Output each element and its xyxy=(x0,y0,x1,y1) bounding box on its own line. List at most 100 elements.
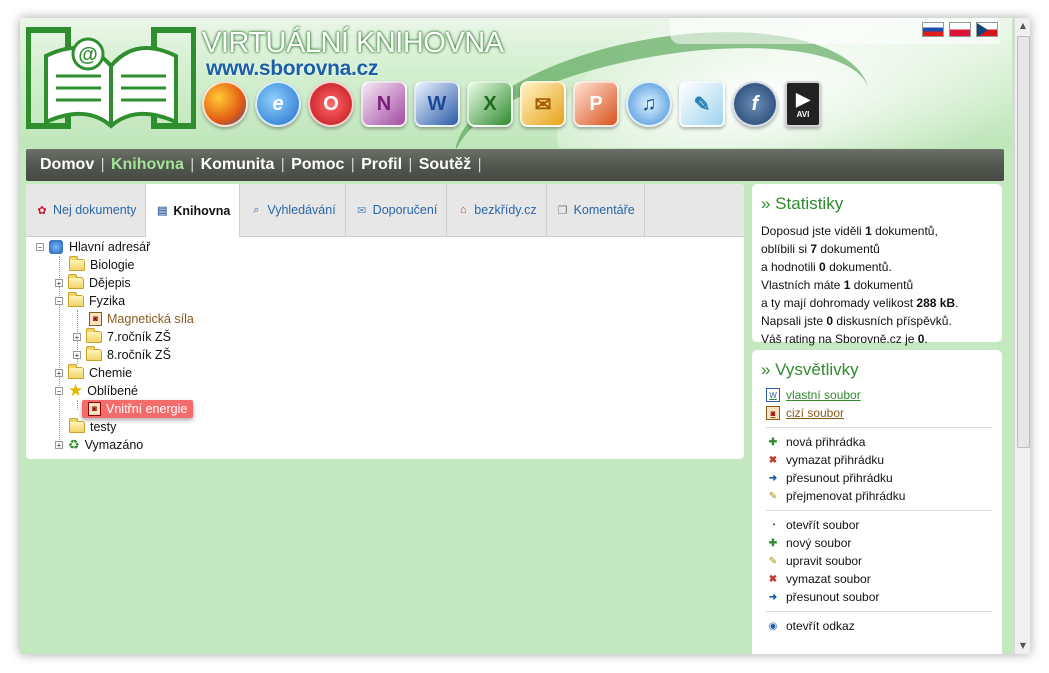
expand-icon[interactable]: + xyxy=(55,369,63,378)
tree-node-vymazano[interactable]: + ♻ Vymazáno xyxy=(55,436,143,454)
tree-node-biologie[interactable]: Biologie xyxy=(69,256,134,274)
folder-icon xyxy=(68,364,84,379)
nav-soutez[interactable]: Soutěž xyxy=(413,156,477,174)
legend-edit-file[interactable]: ✎ upravit soubor xyxy=(766,552,993,570)
collapse-icon[interactable]: − xyxy=(55,387,63,396)
tab-nej-dokumenty[interactable]: ✿ Nej dokumenty xyxy=(26,184,147,236)
tree-node-7-rocnik[interactable]: +7.ročník ZŠ xyxy=(73,328,171,346)
tab-komentare[interactable]: ❐ Komentáře xyxy=(547,184,645,236)
stat-line: a ty mají dohromady velikost 288 kB. xyxy=(761,294,1002,312)
avi-label: AVI xyxy=(796,110,810,119)
stat-text: . xyxy=(924,332,928,346)
legend-label: nová přihrádka xyxy=(786,435,866,449)
tree-label: 8.ročník ZŠ xyxy=(107,348,171,362)
onenote-icon[interactable]: N xyxy=(361,81,407,127)
scroll-down-arrow-icon[interactable]: ▼ xyxy=(1015,638,1030,654)
site-url[interactable]: www.sborovna.cz xyxy=(206,57,378,81)
legend-list: Wvlastní soubor ◙ cizí soubor ✚ nová přihr… xyxy=(752,380,1002,635)
itunes-icon[interactable]: ♫ xyxy=(626,81,672,127)
legend-open-file[interactable]: ◔ otevřít soubor xyxy=(766,516,993,534)
outlook-icon[interactable]: ✉ xyxy=(520,81,566,127)
stat-line: Váš rating na Sborovně.cz je 0. xyxy=(761,330,1002,348)
statistics-box: » Statistiky Doposud jste viděli 1 dokum… xyxy=(752,184,1002,346)
czech-flag-icon[interactable] xyxy=(976,22,998,37)
site-title: VIRTUÁLNÍ KNIHOVNA xyxy=(202,27,504,59)
excel-icon[interactable]: X xyxy=(467,81,513,127)
tree-node-testy[interactable]: testy xyxy=(69,418,116,436)
expand-icon[interactable]: + xyxy=(73,333,81,342)
app-icons-row: e O N W X ✉ P ♫ ✎ f ▶ AVI xyxy=(202,81,821,127)
legend-delete-folder[interactable]: ✖ vymazat přihrádku xyxy=(766,451,993,469)
tab-doporuceni[interactable]: ✉ Doporučení xyxy=(346,184,448,236)
polish-flag-icon[interactable] xyxy=(949,22,971,37)
move-folder-icon: ➜ xyxy=(768,472,778,484)
highlighted-item[interactable]: ◙ Vnitřní energie xyxy=(82,400,194,418)
legend-move-folder[interactable]: ➜ přesunout přihrádku xyxy=(766,469,993,487)
tab-vyhledavani[interactable]: ⌕ Vyhledávání xyxy=(240,184,346,236)
legend-own-file[interactable]: Wvlastní soubor xyxy=(766,386,993,404)
legend-label: vymazat soubor xyxy=(786,572,871,586)
scroll-thumb[interactable] xyxy=(1017,36,1030,448)
legend-open-link[interactable]: ◉ otevřít odkaz xyxy=(766,617,993,635)
tree-node-fyzika[interactable]: − Fyzika xyxy=(55,292,125,310)
stat-text: dokumentů xyxy=(850,278,914,292)
rename-folder-icon: ✎ xyxy=(768,490,778,502)
avi-icon[interactable]: ▶ AVI xyxy=(785,81,821,127)
slovak-flag-icon[interactable] xyxy=(922,22,944,37)
tab-label: Vyhledávání xyxy=(267,203,336,217)
legend-label: nový soubor xyxy=(786,536,852,550)
collapse-icon[interactable]: − xyxy=(55,297,63,306)
folder-icon xyxy=(69,256,85,271)
tree-node-dejepis[interactable]: + Dějepis xyxy=(55,274,131,292)
tab-label: bezkřídy.cz xyxy=(474,203,537,217)
legend-rename-folder[interactable]: ✎ přejmenovat přihrádku xyxy=(766,487,993,505)
stat-line: Vlastních máte 1 dokumentů xyxy=(761,276,1002,294)
stat-text: Napsali jste xyxy=(761,314,827,328)
site-header: @ VIRTUÁLNÍ KNIHOVNA www.sborovna.cz e O… xyxy=(20,18,1012,148)
legend-label: přesunout soubor xyxy=(786,590,880,604)
vertical-scrollbar[interactable]: ▲ ▼ xyxy=(1014,18,1030,654)
nav-profil[interactable]: Profil xyxy=(355,156,408,174)
scroll-up-arrow-icon[interactable]: ▲ xyxy=(1015,18,1030,34)
legend-new-file[interactable]: ✚ nový soubor xyxy=(766,534,993,552)
expand-icon[interactable]: + xyxy=(55,441,63,450)
legend-foreign-file[interactable]: ◙ cizí soubor xyxy=(766,404,993,422)
nav-knihovna[interactable]: Knihovna xyxy=(105,156,190,174)
tree-label: testy xyxy=(90,420,117,434)
play-icon: ▶ xyxy=(796,89,810,109)
legend-box: » Vysvětlivky Wvlastní soubor ◙ cizí soub… xyxy=(752,350,1002,654)
tree-node-root[interactable]: − Hlavní adresář xyxy=(36,238,150,256)
flash-icon[interactable]: f xyxy=(732,81,778,127)
stat-text: dokumentů. xyxy=(825,260,892,274)
collapse-icon[interactable]: − xyxy=(36,243,44,252)
delete-file-icon: ✖ xyxy=(768,573,778,585)
tab-knihovna[interactable]: ▤ Knihovna xyxy=(146,184,241,237)
tab-bezkridy[interactable]: ⌂ bezkřídy.cz xyxy=(447,184,547,236)
expand-icon[interactable]: + xyxy=(73,351,81,360)
tree-node-chemie[interactable]: + Chemie xyxy=(55,364,132,382)
nav-pomoc[interactable]: Pomoc xyxy=(285,156,350,174)
legend-label: otevřít soubor xyxy=(786,518,860,532)
feather-icon[interactable]: ✎ xyxy=(679,81,725,127)
nav-domov[interactable]: Domov xyxy=(34,156,100,174)
internet-explorer-icon[interactable]: e xyxy=(255,81,301,127)
expand-icon[interactable]: + xyxy=(55,279,63,288)
opera-icon[interactable]: O xyxy=(308,81,354,127)
foreign-file-icon: ◙ xyxy=(766,406,780,420)
word-icon[interactable]: W xyxy=(414,81,460,127)
powerpoint-icon[interactable]: P xyxy=(573,81,619,127)
firefox-icon[interactable] xyxy=(202,81,248,127)
legend-delete-file[interactable]: ✖ vymazat soubor xyxy=(766,570,993,588)
legend-label: vymazat přihrádku xyxy=(786,453,885,467)
tree-node-8-rocnik[interactable]: +8.ročník ZŠ xyxy=(73,346,171,364)
nav-komunita[interactable]: Komunita xyxy=(195,156,281,174)
legend-label: přejmenovat přihrádku xyxy=(786,489,906,503)
magnifier-icon: ⌕ xyxy=(253,203,260,216)
stat-text: . xyxy=(955,296,959,310)
ribbon-icon: ✿ xyxy=(37,204,47,217)
tree-node-magneticka-sila[interactable]: ◙ Magnetická síla xyxy=(89,310,194,328)
legend-move-file[interactable]: ➜ přesunout soubor xyxy=(766,588,993,606)
legend-new-folder[interactable]: ✚ nová přihrádka xyxy=(766,433,993,451)
library-logo[interactable]: @ xyxy=(26,26,196,132)
recycle-bin-icon: ♻ xyxy=(68,437,80,452)
